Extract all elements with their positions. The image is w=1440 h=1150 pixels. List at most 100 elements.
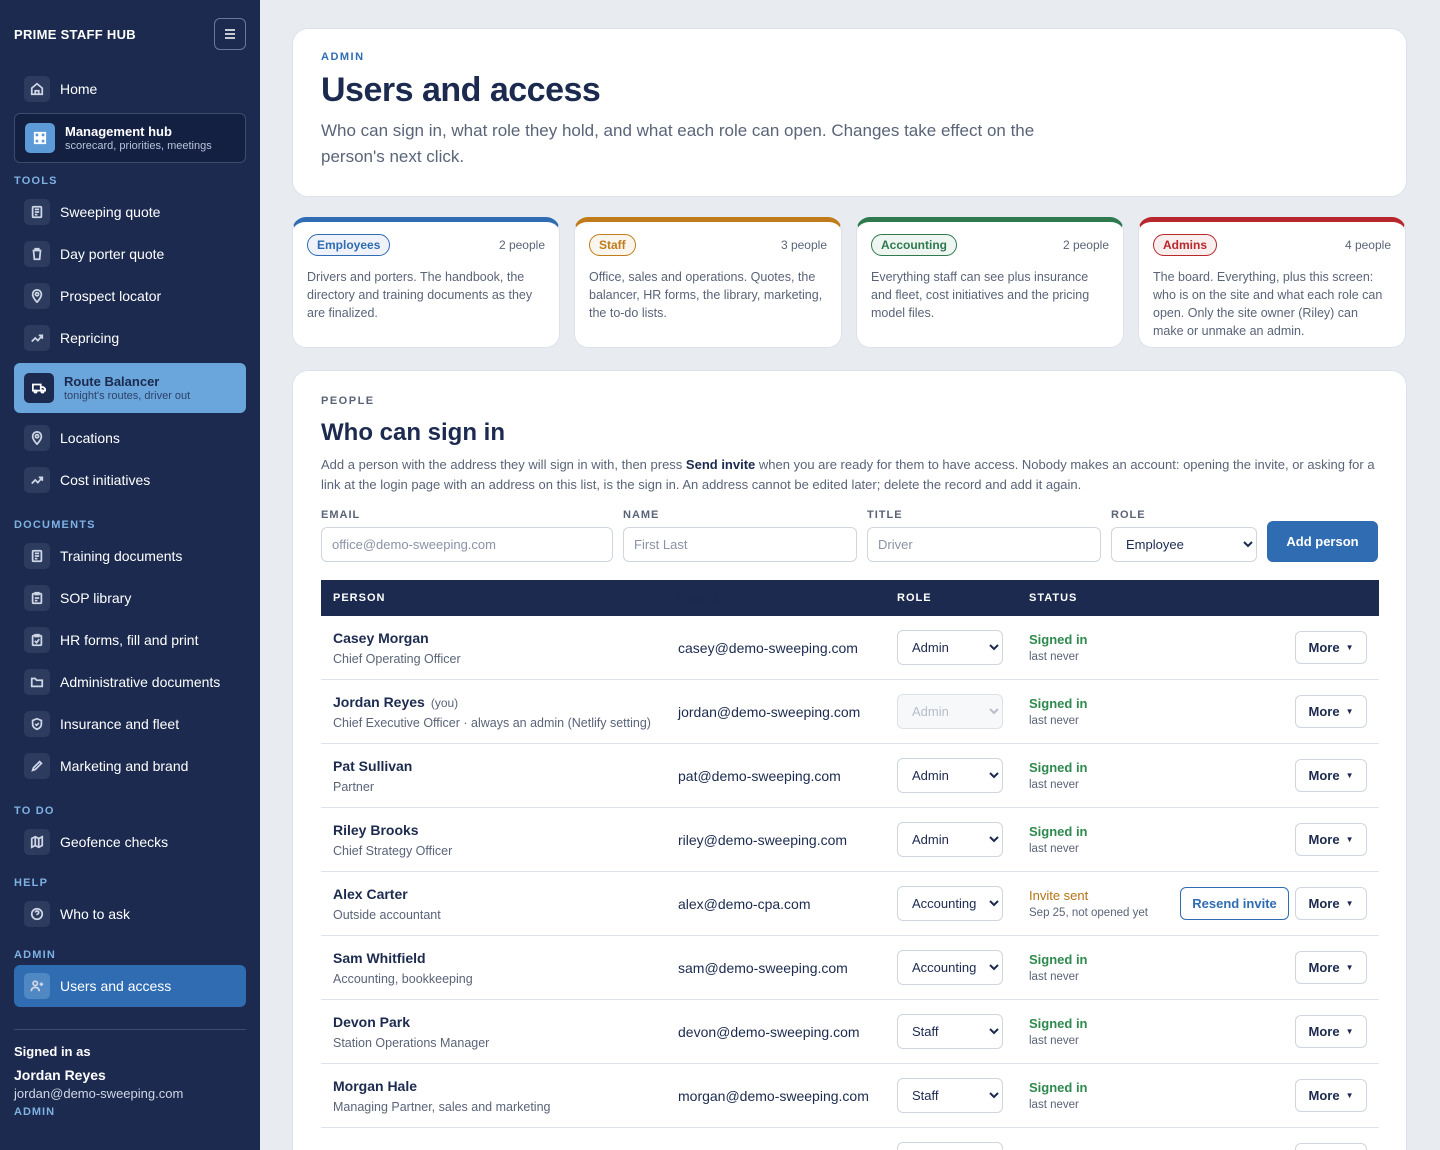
- role-cell: Staff: [897, 1078, 1029, 1113]
- sidebar-item-who-to-ask[interactable]: Who to ask: [14, 893, 246, 935]
- more-button[interactable]: More▼: [1295, 759, 1367, 792]
- sidebar-item-sweeping-quote[interactable]: Sweeping quote: [14, 191, 246, 233]
- section-label-admin: ADMIN: [14, 949, 57, 961]
- person-name: Casey Morgan: [333, 629, 429, 646]
- more-button[interactable]: More▼: [1295, 1143, 1367, 1150]
- sidebar-item-route-balancer[interactable]: Route Balancer tonight's routes, driver …: [14, 363, 246, 413]
- person-name: Riley Brooks: [333, 821, 419, 838]
- sidebar-item-administrative-documents[interactable]: Administrative documents: [14, 661, 246, 703]
- shield-icon: [24, 711, 50, 737]
- caret-down-icon: ▼: [1345, 835, 1354, 844]
- sidebar-item-sop-library[interactable]: SOP library: [14, 577, 246, 619]
- role-count: 4 people: [1344, 238, 1391, 252]
- person-cell: Pat Sullivan Partner: [321, 758, 678, 794]
- person-email: casey@demo-sweeping.com: [678, 639, 858, 656]
- sidebar-item-label: Geofence checks: [60, 834, 169, 850]
- person-role-select[interactable]: Admin: [897, 630, 1003, 665]
- sidebar-item-marketing-and-brand[interactable]: Marketing and brand: [14, 745, 246, 787]
- person-role-select[interactable]: Admin: [897, 694, 1003, 729]
- role-count: 2 people: [1062, 238, 1109, 252]
- sidebar-item-locations[interactable]: Locations: [14, 417, 246, 459]
- caret-down-icon: ▼: [1345, 899, 1354, 908]
- page-title: Users and access: [321, 71, 601, 109]
- status-detail: last never: [1029, 779, 1079, 791]
- actions-cell: Resend invite More ▼: [1179, 887, 1379, 920]
- more-button[interactable]: More▼: [1295, 1079, 1367, 1112]
- status-cell: Invite sent Sep 25, not opened yet: [1029, 888, 1179, 919]
- more-button[interactable]: More▼: [1295, 1015, 1367, 1048]
- more-button[interactable]: More ▼: [1295, 823, 1367, 856]
- person-name: Devon Park: [333, 1013, 411, 1030]
- person-title: Partner: [333, 779, 374, 794]
- actions-cell: More ▼: [1179, 695, 1379, 728]
- status-cell: Signed in last never: [1029, 1080, 1179, 1111]
- person-role-select[interactable]: Staff: [897, 1142, 1003, 1150]
- status-label: Invite sent: [1029, 888, 1089, 903]
- role-card-header: Staff 3 people: [589, 234, 827, 256]
- person-cell: Riley Brooks Chief Strategy Officer: [321, 822, 678, 858]
- you-tag: (you): [430, 695, 459, 710]
- sidebar-item-home[interactable]: Home: [14, 68, 246, 110]
- table-row: Riley Brooks Chief Strategy Officer riley@…: [321, 808, 1379, 872]
- title-input[interactable]: [867, 527, 1101, 562]
- sidebar-item-label: Route Balancer: [64, 374, 160, 389]
- more-label: More: [1308, 832, 1340, 847]
- role-description: The board. Everything, plus this screen:…: [1153, 270, 1383, 338]
- signed-in-role: ADMIN: [14, 1106, 56, 1118]
- sidebar-item-insurance-and-fleet[interactable]: Insurance and fleet: [14, 703, 246, 745]
- more-button[interactable]: More▼: [1295, 631, 1367, 664]
- person-email: devon@demo-sweeping.com: [678, 1023, 860, 1040]
- sidebar-item-training-documents[interactable]: Training documents: [14, 535, 246, 577]
- more-button[interactable]: More▼: [1295, 887, 1367, 920]
- sidebar-item-geofence-checks[interactable]: Geofence checks: [14, 821, 246, 863]
- name-input[interactable]: [623, 527, 857, 562]
- person-role-select[interactable]: Staff: [897, 1078, 1003, 1113]
- page-header-card: ADMIN Users and access Who can sign in, …: [292, 28, 1407, 197]
- sidebar-divider: [14, 1029, 246, 1030]
- add-person-button[interactable]: Add person: [1267, 521, 1378, 562]
- role-select[interactable]: Employee: [1111, 527, 1257, 562]
- sidebar-item-management-hub[interactable]: Management hub scorecard, priorities, me…: [14, 113, 246, 163]
- more-button[interactable]: More▼: [1295, 951, 1367, 984]
- sidebar-item-day-porter-quote[interactable]: Day porter quote: [14, 233, 246, 275]
- sidebar-item-hr-forms[interactable]: HR forms, fill and print: [14, 619, 246, 661]
- role-description: Office, sales and operations. Quotes, th…: [589, 270, 823, 320]
- person-role-select[interactable]: Staff: [897, 1014, 1003, 1049]
- menu-toggle-button[interactable]: [214, 18, 246, 50]
- sidebar-item-users-and-access[interactable]: Users and access: [14, 965, 246, 1007]
- person-role-select[interactable]: Accounting: [897, 886, 1003, 921]
- sidebar-item-repricing[interactable]: Repricing: [14, 317, 246, 359]
- role-badge: Staff: [589, 234, 636, 256]
- person-role-select[interactable]: Accounting: [897, 950, 1003, 985]
- email-input[interactable]: [321, 527, 613, 562]
- page-eyebrow: ADMIN: [321, 51, 365, 63]
- clipboard-icon: [24, 585, 50, 611]
- sidebar-item-label: Administrative documents: [60, 674, 221, 690]
- table-row: Sam Whitfield Accounting, bookkeeping sam@…: [321, 936, 1379, 1000]
- actions-cell: More ▼: [1179, 1079, 1379, 1112]
- role-cell: Admin: [897, 694, 1029, 729]
- status-label: Signed in: [1029, 760, 1088, 775]
- caret-down-icon: ▼: [1345, 643, 1354, 652]
- sidebar-item-cost-initiatives[interactable]: Cost initiatives: [14, 459, 246, 501]
- more-button[interactable]: More▼: [1295, 695, 1367, 728]
- section-title: Who can sign in: [321, 419, 505, 446]
- resend-invite-button[interactable]: Resend invite: [1180, 887, 1289, 920]
- person-email: jordan@demo-sweeping.com: [678, 703, 861, 720]
- caret-down-icon: ▼: [1345, 707, 1354, 716]
- status-label: Signed in: [1029, 952, 1088, 967]
- more-label: More: [1308, 1024, 1340, 1039]
- role-card-header: Employees 2 people: [307, 234, 545, 256]
- sidebar-item-prospect-locator[interactable]: Prospect locator: [14, 275, 246, 317]
- more-label: More: [1308, 768, 1340, 783]
- person-email: riley@demo-sweeping.com: [678, 831, 848, 848]
- person-cell: Casey Morgan Chief Operating Officer: [321, 630, 678, 666]
- person-role-select[interactable]: Admin: [897, 758, 1003, 793]
- person-role-select[interactable]: Admin: [897, 822, 1003, 857]
- role-cell: Admin: [897, 758, 1029, 793]
- person-email: alex@demo-cpa.com: [678, 895, 811, 912]
- sidebar-item-label: Marketing and brand: [60, 758, 189, 774]
- role-cards: Employees 2 people Drivers and porters. Th…: [292, 217, 1407, 348]
- table-row: Pat Sullivan Partner pat@demo-sweeping.com…: [321, 744, 1379, 808]
- caret-down-icon: ▼: [1345, 1091, 1354, 1100]
